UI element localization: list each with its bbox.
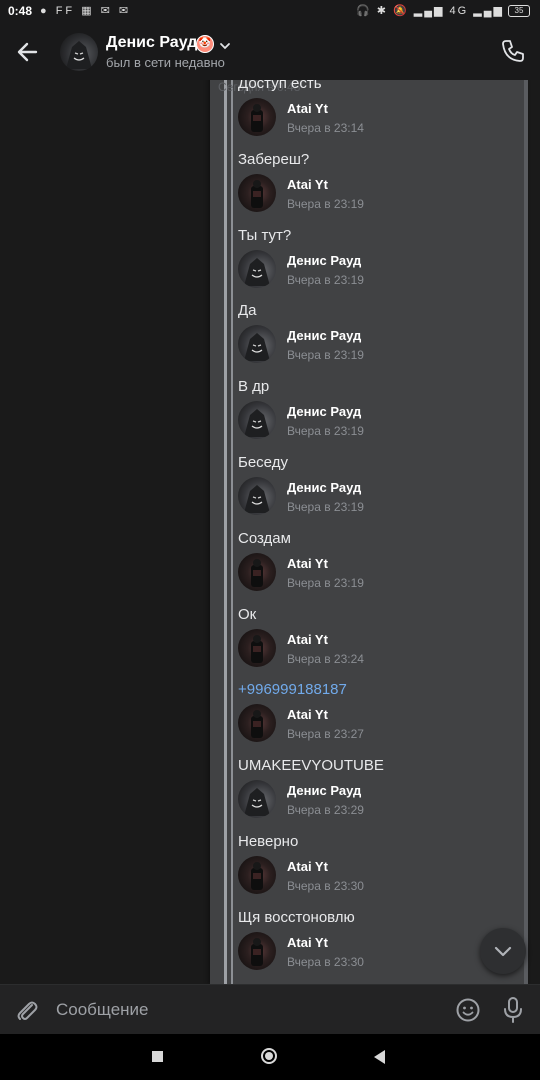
contact-status: был в сети недавно (106, 55, 225, 70)
author-name[interactable]: Денис Рауд (287, 480, 361, 495)
author-name[interactable]: Денис Рауд (287, 404, 361, 419)
author-name[interactable]: Atai Yt (287, 177, 328, 192)
author-avatar[interactable] (238, 249, 276, 288)
author-avatar[interactable] (238, 325, 276, 364)
smiley-icon (456, 998, 480, 1022)
message-input[interactable]: Сообщение (56, 1000, 149, 1020)
contact-name[interactable]: Денис Рауд (106, 34, 197, 52)
author-avatar[interactable] (238, 628, 276, 667)
author-avatar[interactable] (238, 173, 276, 212)
message-timestamp: Вчера в 23:19 (287, 424, 364, 439)
message-text: Доступ есть (238, 80, 322, 92)
message-timestamp: Вчера в 23:19 (287, 348, 364, 363)
author-avatar[interactable] (238, 780, 276, 819)
notification-icons: ● FF ▦ ✉ ✉ (40, 5, 132, 17)
message-timestamp: Вчера в 23:19 (287, 272, 364, 287)
message-text: Ок (238, 605, 257, 623)
message-text: Беседу (238, 454, 288, 471)
message-text: Щя восстоновлю (238, 908, 355, 926)
message-text: Забереш? (238, 150, 310, 168)
paperclip-icon (17, 1001, 38, 1020)
quote-line (224, 80, 227, 984)
phone-link[interactable]: +996999188187 (238, 681, 347, 698)
message-text: Ты тут? (238, 226, 292, 244)
author-name[interactable]: Atai Yt (287, 632, 328, 647)
message-text: UMAKEEVYOUTUBE (238, 757, 384, 775)
author-avatar[interactable] (238, 856, 276, 894)
back-button[interactable] (14, 38, 42, 66)
chevron-down-icon[interactable] (219, 38, 231, 56)
author-avatar[interactable] (238, 552, 276, 591)
home-icon[interactable] (261, 1048, 277, 1064)
contact-avatar[interactable] (60, 33, 98, 71)
author-name[interactable]: Atai Yt (287, 556, 328, 571)
message-text: Создам (238, 529, 291, 547)
author-avatar[interactable] (238, 477, 276, 515)
author-avatar[interactable] (238, 401, 276, 440)
message-timestamp: Вчера в 23:19 (287, 196, 364, 211)
signal-icons: 🎧 ✱ 🔕 ▂▄▆ 4G ▂▄▆ (356, 5, 504, 17)
status-time: 0:48 (8, 4, 33, 18)
system-icons: 🎧 ✱ 🔕 ▂▄▆ 4G ▂▄▆ 35 (356, 4, 530, 17)
phone-icon (502, 40, 524, 62)
author-name[interactable]: Atai Yt (287, 707, 328, 722)
scroll-down-button[interactable] (480, 928, 526, 974)
author-name[interactable]: Atai Yt (287, 101, 328, 116)
back-triangle-icon[interactable] (374, 1050, 385, 1064)
chat-header: Денис Рауд 🤡 был в сети недавно (0, 22, 540, 80)
quote-line (231, 80, 233, 984)
attach-button[interactable] (14, 997, 40, 1028)
message-timestamp: Вчера в 23:30 (287, 954, 364, 969)
message-timestamp: Вчера в 23:29 (287, 803, 364, 818)
author-name[interactable]: Atai Yt (287, 859, 328, 874)
voice-message-button[interactable] (502, 996, 524, 1029)
author-avatar[interactable] (238, 704, 276, 743)
clown-emoji-icon: 🤡 (196, 35, 214, 53)
emoji-button[interactable] (455, 997, 481, 1028)
author-avatar[interactable] (238, 931, 276, 970)
message-timestamp: Вчера в 23:27 (287, 727, 364, 742)
message-composer: Сообщение (0, 984, 540, 1035)
battery-icon: 35 (508, 4, 530, 17)
message-timestamp: Вчера в 23:24 (287, 651, 364, 666)
message-timestamp: Вчера в 23:14 (287, 121, 364, 135)
message-timestamp: Вчера в 23:19 (287, 575, 364, 590)
author-name[interactable]: Atai Yt (287, 935, 328, 950)
message-text: Да (238, 302, 257, 320)
message-text: В др (238, 378, 270, 396)
chat-area[interactable]: Сегодня в 0:48 Доступ есть Atai Yt Вчера в… (0, 80, 540, 984)
author-name[interactable]: Денис Рауд (287, 253, 361, 268)
recent-apps-icon[interactable] (152, 1051, 163, 1062)
system-navigation-bar (0, 1034, 540, 1080)
call-button[interactable] (500, 38, 526, 69)
author-name[interactable]: Денис Рауд (287, 783, 361, 798)
arrow-left-icon (17, 42, 38, 62)
message-timestamp: Вчера в 23:30 (287, 879, 364, 893)
message-timestamp: Вчера в 23:19 (287, 500, 364, 514)
status-bar: 0:48 ● FF ▦ ✉ ✉ 🎧 ✱ 🔕 ▂▄▆ 4G ▂▄▆ 35 (0, 0, 540, 22)
forwarded-messages-panel[interactable]: Сегодня в 0:48 Доступ есть Atai Yt Вчера в… (210, 80, 528, 984)
author-avatar[interactable] (238, 98, 276, 136)
chevron-down-icon (494, 946, 512, 957)
author-name[interactable]: Денис Рауд (287, 328, 361, 343)
panel-edge (524, 80, 528, 984)
message-text: Неверно (238, 833, 299, 850)
microphone-icon (504, 997, 522, 1023)
